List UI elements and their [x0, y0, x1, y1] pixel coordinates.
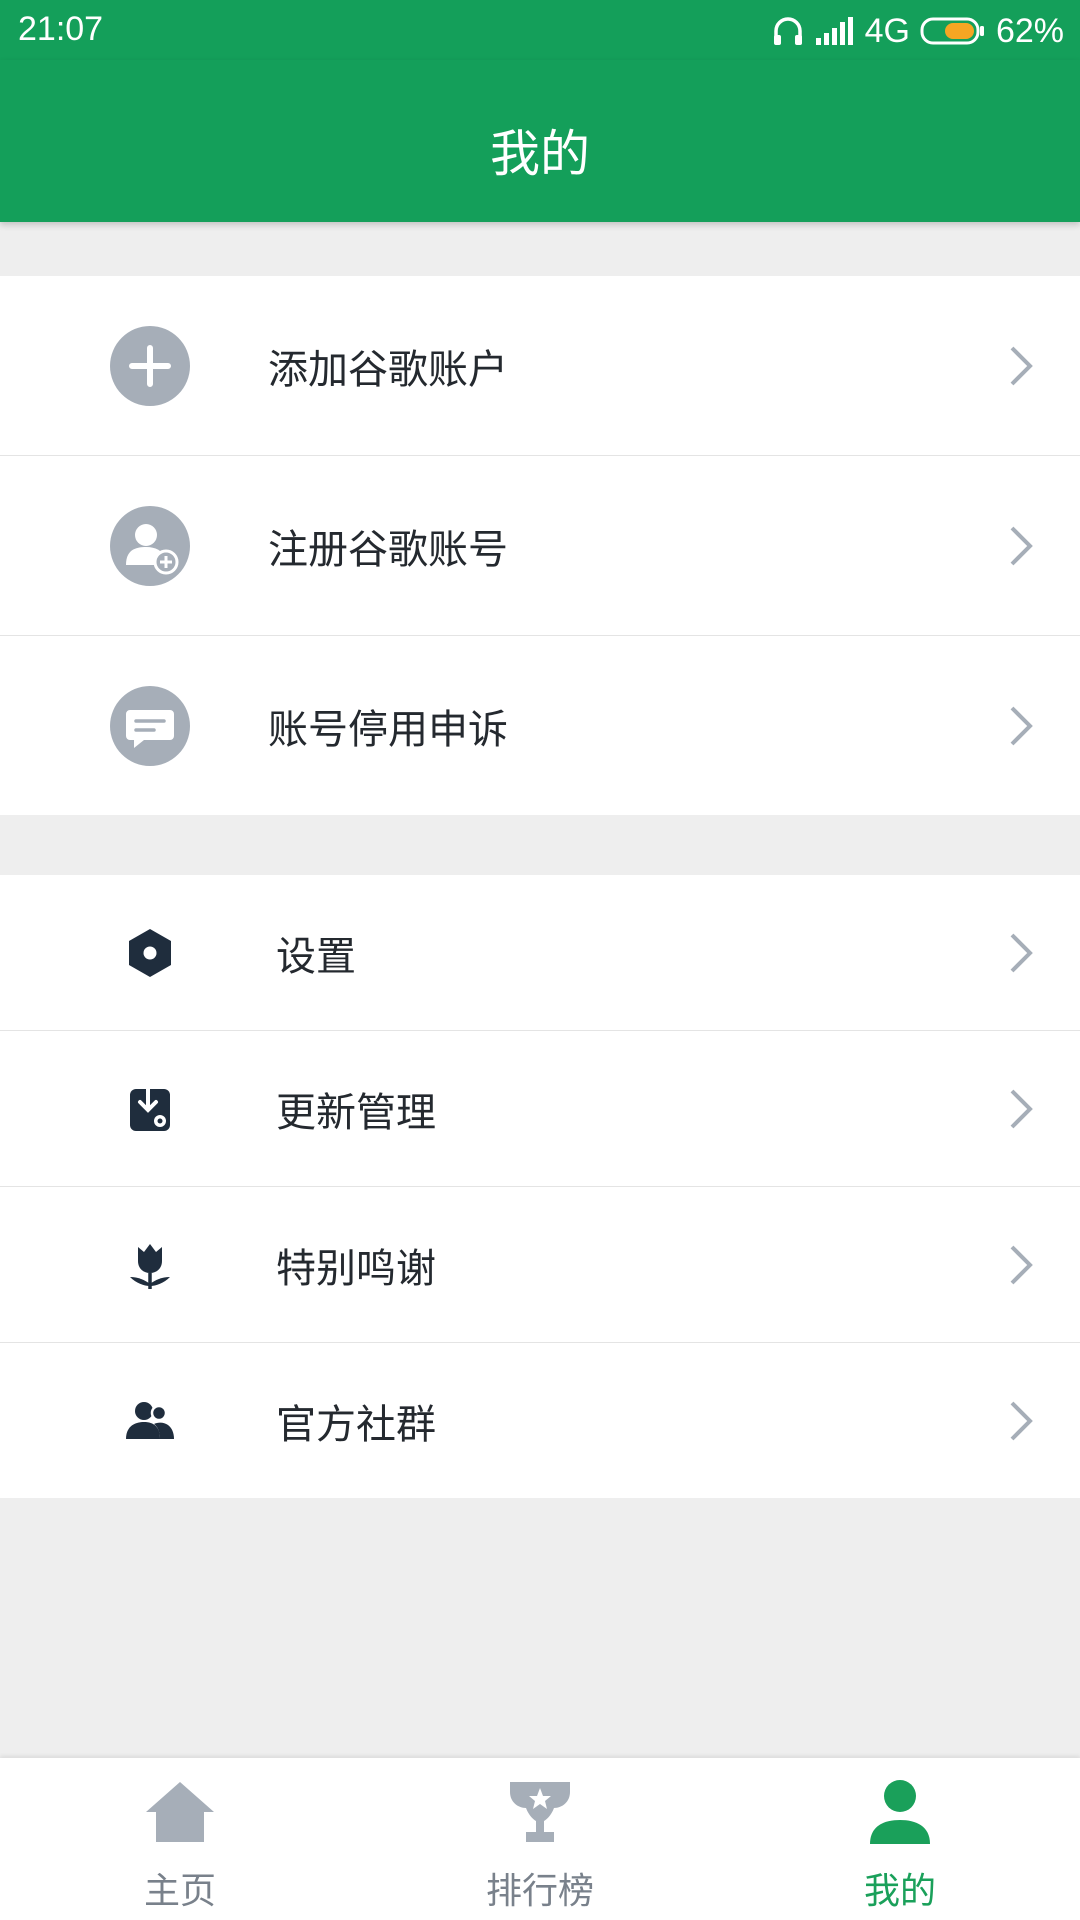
settings-menu-group: 设置 更新管理 特别鸣谢 官方社群: [0, 875, 1080, 1498]
menu-item-label: 注册谷歌账号: [268, 526, 508, 573]
tab-mine[interactable]: 我的: [720, 1758, 1080, 1920]
chat-icon: [110, 685, 190, 766]
menu-item-add-google-account[interactable]: 添加谷歌账户: [0, 276, 1080, 456]
signal-icon: [815, 17, 853, 45]
network-type: 4G: [864, 11, 910, 50]
update-download-icon: [130, 1084, 170, 1131]
menu-item-label: 设置: [276, 933, 356, 980]
status-bar: 21:07 4G 62%: [0, 0, 1080, 60]
tab-label: 我的: [863, 1871, 936, 1912]
app-bar: 我的: [0, 60, 1080, 222]
account-menu-group: 添加谷歌账户 注册谷歌账号 账号停用申诉: [0, 276, 1080, 815]
user-add-icon: [110, 505, 190, 586]
group-people-icon: [126, 1401, 174, 1439]
headphones-icon: [773, 17, 802, 45]
menu-item-label: 添加谷歌账户: [268, 346, 508, 393]
menu-item-settings[interactable]: 设置: [0, 875, 1080, 1031]
menu-item-label: 账号停用申诉: [268, 706, 508, 753]
chevron-right-icon: [1010, 1089, 1033, 1128]
trophy-icon: [510, 1782, 570, 1842]
chevron-right-icon: [1010, 1245, 1033, 1284]
tab-label: 主页: [143, 1871, 216, 1912]
tab-home[interactable]: 主页: [0, 1758, 360, 1920]
menu-item-label: 官方社群: [276, 1401, 436, 1448]
menu-item-label: 特别鸣谢: [276, 1245, 436, 1292]
add-icon: [110, 325, 190, 406]
page-title: 我的: [490, 125, 590, 183]
menu-item-register-google-account[interactable]: 注册谷歌账号: [0, 456, 1080, 636]
battery-percent: 62%: [995, 11, 1064, 50]
settings-hexagon-icon: [129, 928, 171, 977]
tulip-icon: [130, 1243, 170, 1289]
home-icon: [146, 1782, 214, 1842]
menu-item-update-management[interactable]: 更新管理: [0, 1031, 1080, 1187]
status-indicators: 4G 62%: [771, 10, 1064, 52]
tab-label: 排行榜: [485, 1871, 594, 1912]
bottom-tab-bar: 主页 排行榜 我的: [0, 1758, 1080, 1920]
tab-leaderboard[interactable]: 排行榜: [360, 1758, 720, 1920]
menu-item-official-community[interactable]: 官方社群: [0, 1343, 1080, 1498]
chevron-right-icon: [1010, 526, 1033, 565]
menu-item-account-appeal[interactable]: 账号停用申诉: [0, 636, 1080, 815]
chevron-right-icon: [1010, 706, 1033, 745]
menu-item-special-thanks[interactable]: 特别鸣谢: [0, 1187, 1080, 1343]
chevron-right-icon: [1010, 1401, 1033, 1440]
chevron-right-icon: [1010, 933, 1033, 972]
status-time: 21:07: [18, 10, 104, 48]
chevron-right-icon: [1010, 346, 1033, 385]
battery-icon: [920, 17, 984, 45]
person-icon: [870, 1780, 930, 1844]
menu-item-label: 更新管理: [276, 1089, 436, 1136]
